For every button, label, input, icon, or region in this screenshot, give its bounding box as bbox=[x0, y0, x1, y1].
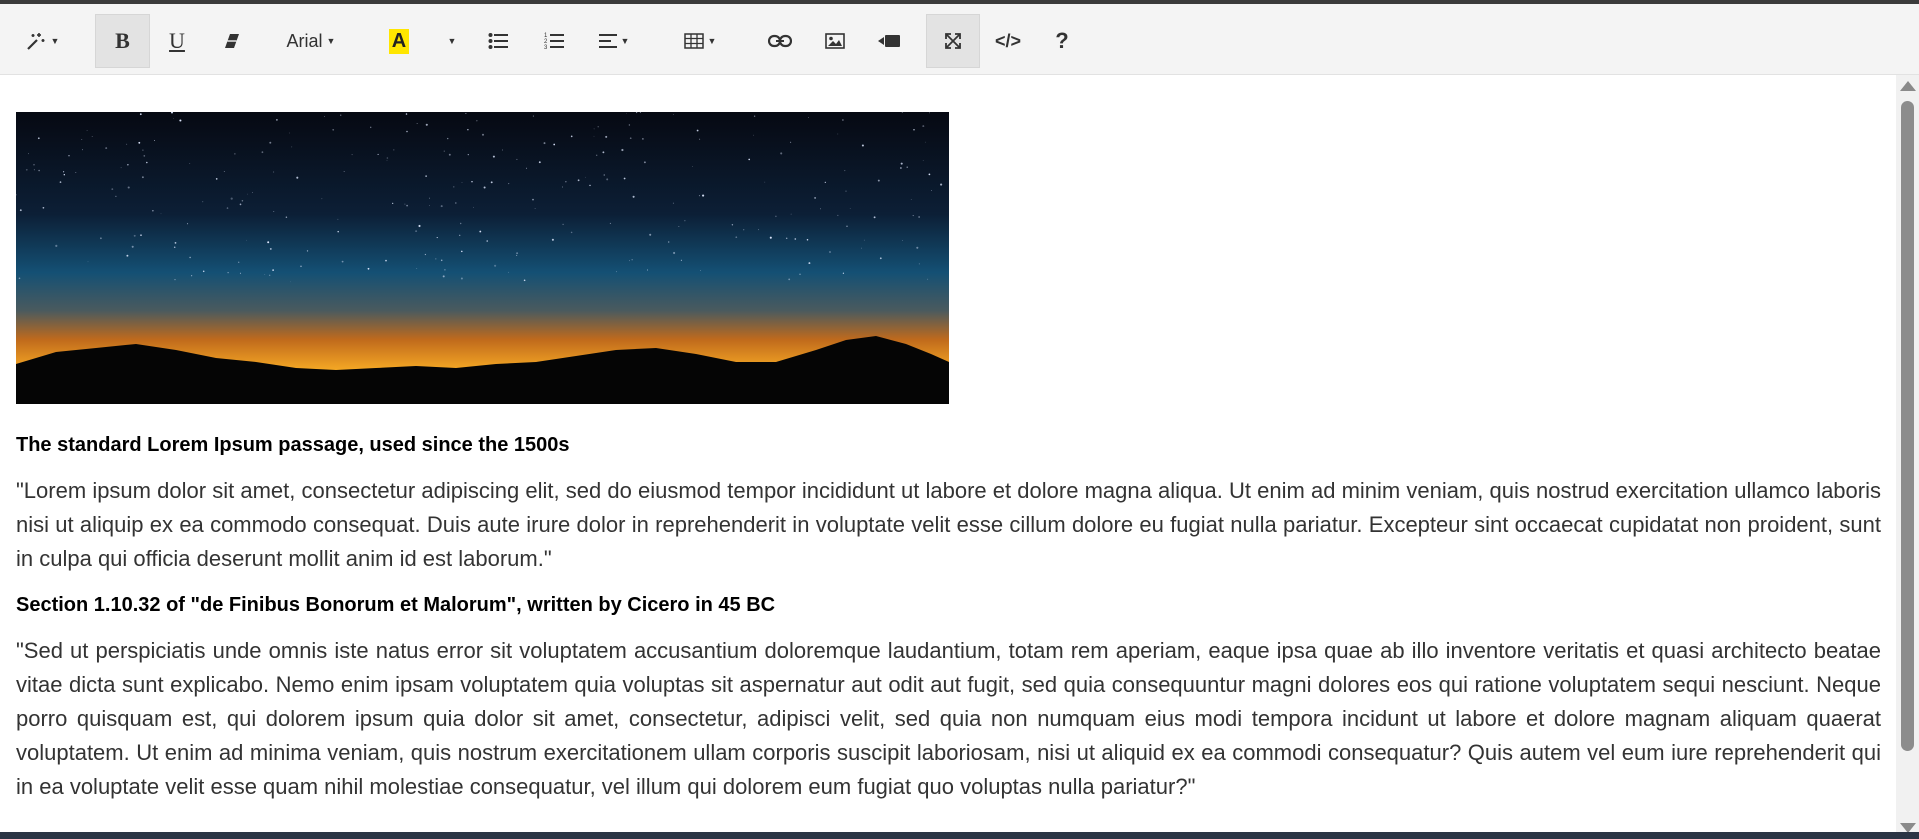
image-icon bbox=[825, 33, 845, 49]
document-body[interactable]: The standard Lorem Ipsum passage, used s… bbox=[16, 430, 1881, 818]
link-icon bbox=[768, 34, 792, 48]
text-highlight-icon: A bbox=[388, 28, 410, 54]
bullet-list-button[interactable] bbox=[478, 14, 518, 68]
font-family-dropdown[interactable]: Arial ▼ bbox=[276, 14, 346, 68]
align-left-icon bbox=[598, 34, 617, 48]
help-icon: ? bbox=[1055, 28, 1069, 53]
table-dropdown[interactable]: ▼ bbox=[678, 14, 722, 68]
expand-icon bbox=[944, 32, 962, 50]
bold-button[interactable]: B bbox=[95, 14, 150, 68]
fullscreen-button[interactable] bbox=[926, 14, 980, 68]
document-paragraph-2: "Sed ut perspiciatis unde omnis iste nat… bbox=[16, 638, 1881, 799]
chevron-down-icon: ▼ bbox=[326, 36, 336, 46]
document-heading-2: Section 1.10.32 of "de Finibus Bonorum e… bbox=[16, 594, 776, 616]
eraser-icon bbox=[223, 32, 241, 50]
underline-button[interactable]: U bbox=[155, 14, 199, 68]
editor-toolbar: ▼ B U Arial ▼ A ▼ 1 2 3 ▼ ▼ </> ? bbox=[0, 4, 1919, 75]
numbered-list-button[interactable]: 1 2 3 bbox=[534, 14, 574, 68]
scrollbar-thumb[interactable] bbox=[1901, 101, 1914, 751]
color-dropdown[interactable]: ▼ bbox=[438, 14, 466, 68]
chevron-down-icon: ▼ bbox=[50, 36, 60, 46]
video-icon bbox=[878, 34, 900, 48]
chevron-down-icon: ▼ bbox=[707, 36, 717, 46]
table-icon bbox=[683, 33, 704, 49]
svg-text:3: 3 bbox=[544, 45, 548, 51]
night-sky-mountain-sunset-image[interactable] bbox=[16, 112, 949, 404]
image-button[interactable] bbox=[815, 14, 855, 68]
video-button[interactable] bbox=[869, 14, 909, 68]
code-icon: </> bbox=[994, 30, 1022, 51]
vertical-scrollbar[interactable] bbox=[1896, 75, 1919, 839]
editor-content-area[interactable]: The standard Lorem Ipsum passage, used s… bbox=[0, 75, 1896, 839]
align-dropdown[interactable]: ▼ bbox=[592, 14, 636, 68]
code-view-button[interactable]: </> bbox=[986, 14, 1030, 68]
underline-icon: U bbox=[169, 28, 185, 53]
magic-wand-icon bbox=[25, 31, 47, 51]
font-family-label: Arial bbox=[286, 30, 323, 51]
bold-icon: B bbox=[115, 28, 130, 53]
chevron-down-icon: ▼ bbox=[620, 36, 630, 46]
window-bottom-border bbox=[0, 832, 1919, 839]
magic-style-button[interactable]: ▼ bbox=[20, 14, 64, 68]
highlight-color-button[interactable]: A bbox=[380, 14, 418, 68]
document-heading-1: The standard Lorem Ipsum passage, used s… bbox=[16, 434, 570, 456]
scroll-up-arrow-icon[interactable] bbox=[1900, 81, 1916, 91]
chevron-down-icon: ▼ bbox=[447, 36, 457, 46]
link-button[interactable] bbox=[760, 14, 800, 68]
document-paragraph-1: "Lorem ipsum dolor sit amet, consectetur… bbox=[16, 478, 1881, 571]
clear-format-button[interactable] bbox=[210, 14, 254, 68]
numbered-list-icon: 1 2 3 bbox=[544, 31, 564, 51]
help-button[interactable]: ? bbox=[1042, 14, 1082, 68]
bullet-list-icon bbox=[488, 32, 508, 50]
